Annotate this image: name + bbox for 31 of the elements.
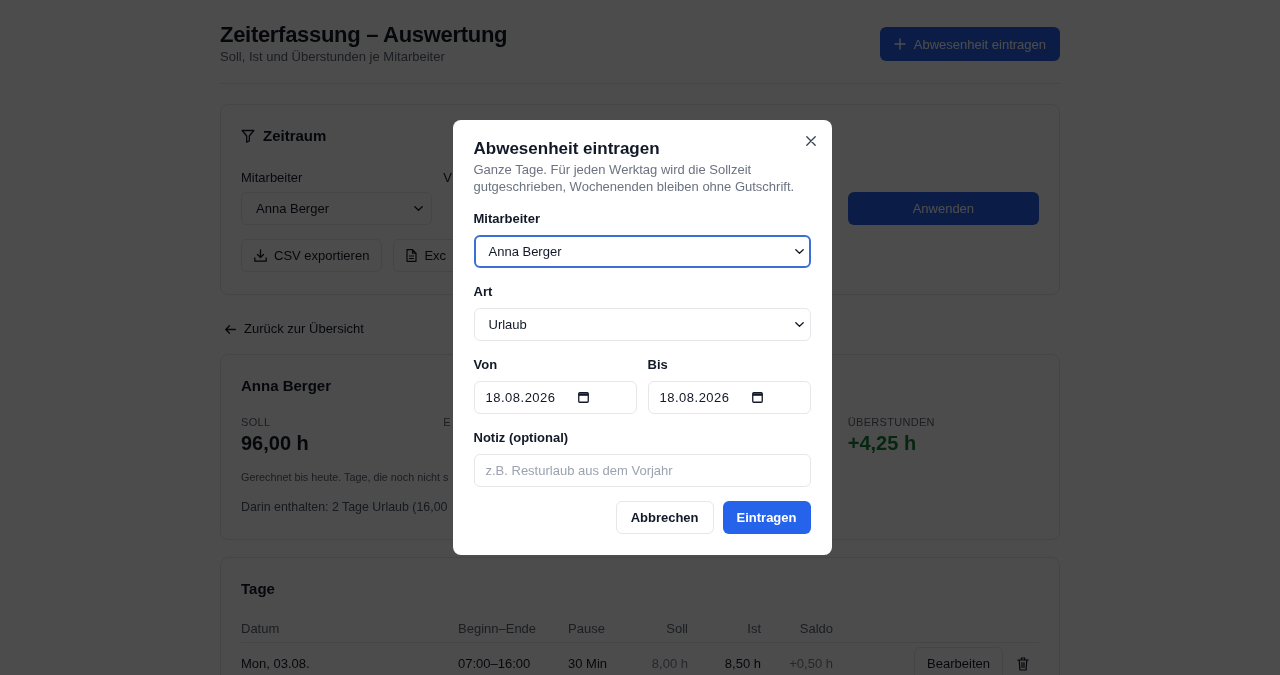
date-field[interactable]: 18.08.2026 [473,381,637,414]
chevron-down-icon [794,249,804,254]
employee-name: Anna Berger [241,376,332,396]
select-field[interactable]: Anna Berger [473,235,811,268]
cancel-button[interactable]: Abbrechen [615,501,714,534]
page-title: Zeiterfassung – Auswertung [220,22,508,48]
note-input[interactable]: z.B. Resturlaub aus dem Vorjahr [473,454,811,487]
field-label: Bis [647,357,668,373]
submit-button[interactable]: Eintragen [722,501,811,534]
calendar-icon[interactable] [577,392,589,403]
field-label: Mitarbeiter [241,170,303,186]
dialog-description: Ganze Tage. Für jeden Werktag wird die Sollzeit gutgeschrieben, Wochenenden bleiben ohne Gutschrift. [473,161,796,195]
field-label: V [443,170,452,186]
field-label: Von [473,357,498,373]
table-cell: 8,50 h [724,656,761,671]
date-field[interactable]: 18.08.2026 [647,381,811,414]
dialog-title: Abwesenheit eintragen [473,138,661,160]
chevron-down-icon [794,322,804,327]
card-title: Zeitraum [263,126,327,146]
table-cell: 07:00–16:00 [458,656,531,671]
field-label: Notiz (optional) [473,430,569,446]
card-title: Tage [241,579,275,599]
stat-value: +4,25 h [847,431,917,455]
field-label: Mitarbeiter [473,211,540,227]
table-cell: 30 Min [568,656,608,671]
calendar-icon[interactable] [751,392,763,403]
select-field[interactable]: Urlaub [473,308,811,341]
field-label: Art [473,284,493,300]
close-icon[interactable] [805,136,816,146]
stat-value: 96,00 h [241,431,309,455]
table-cell: Mon, 03.08. [241,656,310,671]
